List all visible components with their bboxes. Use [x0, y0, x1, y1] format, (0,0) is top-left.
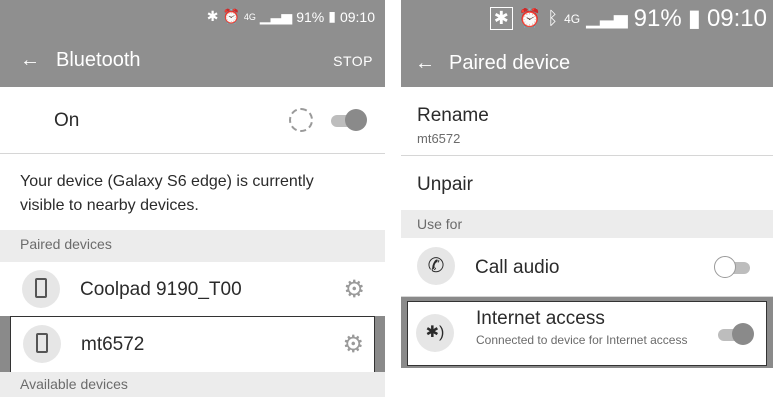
bluetooth-switch[interactable]	[327, 109, 367, 131]
call-audio-switch[interactable]	[714, 256, 754, 278]
internet-access-label: Internet access	[476, 308, 605, 329]
clock: 09:10	[706, 4, 767, 32]
bluetooth-icon: ✱	[489, 7, 513, 30]
bluetooth-connection-icon: ✱)	[416, 314, 454, 352]
phone-call-icon: ✆	[417, 247, 455, 285]
bluetooth-app-icon: ᛒ	[547, 8, 559, 28]
app-bar: ← Paired device	[401, 42, 773, 87]
page-title: Bluetooth	[56, 49, 141, 71]
battery-level: 91%	[296, 8, 325, 25]
internet-access-subtitle: Connected to device for Internet access	[476, 333, 688, 347]
visibility-message: Your device (Galaxy S6 edge) is currentl…	[0, 154, 385, 230]
bluetooth-icon: ✱	[206, 8, 219, 24]
page-title: Paired device	[449, 52, 571, 74]
battery-icon: ▮	[328, 8, 336, 24]
rename-value: mt6572	[417, 131, 461, 146]
phone-icon	[23, 325, 61, 363]
paired-devices-header: Paired devices	[0, 230, 385, 262]
signal-icon: ▁▃▅	[259, 8, 293, 24]
bluetooth-settings-screen: ✱ ⏰ 4G ▁▃▅ 91% ▮ 09:10 ← Bluetooth STOP …	[0, 0, 385, 397]
rename-label: Rename	[417, 105, 489, 126]
battery-icon: ▮	[687, 5, 701, 32]
back-arrow-icon[interactable]: ←	[20, 49, 40, 72]
gear-icon[interactable]: ⚙	[343, 275, 365, 304]
list-item[interactable]: mt6572 ⚙	[10, 316, 375, 374]
device-name: Coolpad 9190_T00	[80, 279, 242, 300]
gear-icon[interactable]: ⚙	[342, 330, 364, 359]
bluetooth-toggle-row[interactable]: On	[0, 87, 385, 153]
list-item[interactable]: Coolpad 9190_T00 ⚙	[0, 262, 385, 316]
visibility-text: Your device (Galaxy S6 edge) is currentl…	[20, 173, 314, 214]
unpair-item[interactable]: Unpair	[401, 156, 773, 210]
call-audio-item[interactable]: ✆ Call audio	[401, 238, 773, 296]
stop-button[interactable]: STOP	[333, 53, 373, 69]
status-bar: ✱ ⏰ ᛒ 4G ▁▃▅ 91% ▮ 09:10	[401, 0, 773, 42]
paired-device-screen: ✱ ⏰ ᛒ 4G ▁▃▅ 91% ▮ 09:10 ← Paired device…	[401, 0, 773, 368]
network-type: 4G	[564, 11, 581, 26]
device-name: mt6572	[81, 334, 145, 355]
signal-icon: ▁▃▅	[586, 8, 628, 28]
use-for-header: Use for	[401, 210, 773, 238]
internet-access-item[interactable]: ✱) Internet access Connected to device f…	[407, 301, 767, 366]
toggle-label: On	[54, 110, 80, 131]
call-audio-label: Call audio	[475, 257, 560, 278]
battery-level: 91%	[633, 4, 682, 32]
network-type: 4G	[243, 11, 256, 22]
alarm-icon: ⏰	[518, 8, 542, 28]
back-arrow-icon[interactable]: ←	[415, 52, 435, 75]
status-bar: ✱ ⏰ 4G ▁▃▅ 91% ▮ 09:10	[0, 0, 385, 35]
available-devices-header: Available devices	[0, 372, 385, 397]
rename-item[interactable]: Rename mt6572	[401, 87, 773, 155]
app-bar: ← Bluetooth STOP	[0, 35, 385, 87]
scanning-spinner-icon	[289, 108, 313, 132]
phone-icon	[22, 270, 60, 308]
internet-access-switch[interactable]	[714, 323, 754, 345]
alarm-icon: ⏰	[222, 8, 240, 24]
clock: 09:10	[339, 8, 375, 25]
unpair-label: Unpair	[417, 174, 473, 195]
